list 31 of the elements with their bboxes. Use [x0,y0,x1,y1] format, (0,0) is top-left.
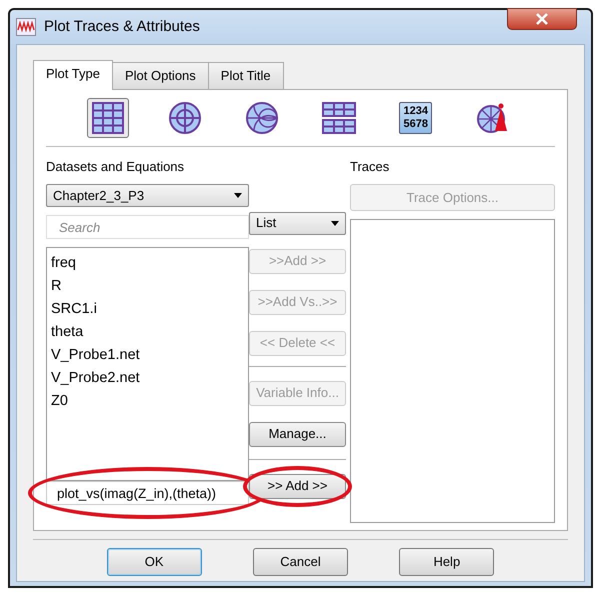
close-icon [536,13,548,25]
list-item[interactable]: V_Probe1.net [51,344,244,367]
search-field[interactable]: Search [46,215,249,239]
polar-icon [169,102,202,134]
button[interactable]: Manage... [249,422,346,446]
equation-field[interactable]: plot_vs(imag(Z_in),(theta)) [46,481,249,505]
button[interactable]: Help [399,548,494,576]
list-item[interactable]: SRC1.i [51,298,244,321]
section-label: Datasets and Equations [46,158,186,176]
dataset-dropdown[interactable]: Chapter2_3_P3 [46,184,249,207]
tab[interactable]: Plot Type [33,60,113,90]
tab[interactable]: Plot Title [208,62,284,88]
button[interactable]: >> Add >> [249,474,346,498]
button[interactable]: OK [106,548,202,576]
list-item[interactable]: V_Probe2.net [51,367,244,390]
close-button[interactable] [507,8,577,30]
list-item[interactable]: R [51,275,244,298]
list-item[interactable]: theta [51,321,244,344]
grid-icon [92,102,124,134]
tab[interactable]: Plot Options [112,62,209,88]
window-title: Plot Traces & Attributes [44,16,200,37]
stacked-grid-icon [322,102,356,134]
smith-chart-icon [246,102,278,134]
antenna-pattern-icon [476,102,509,134]
section-label: Traces [350,158,390,176]
list-item[interactable]: Z0 [51,390,244,413]
button[interactable]: Cancel [252,548,348,576]
plot-type-button[interactable] [87,98,130,138]
view-dropdown[interactable]: List [249,212,346,234]
waveform-icon [16,18,36,36]
list-item[interactable]: freq [51,252,244,275]
